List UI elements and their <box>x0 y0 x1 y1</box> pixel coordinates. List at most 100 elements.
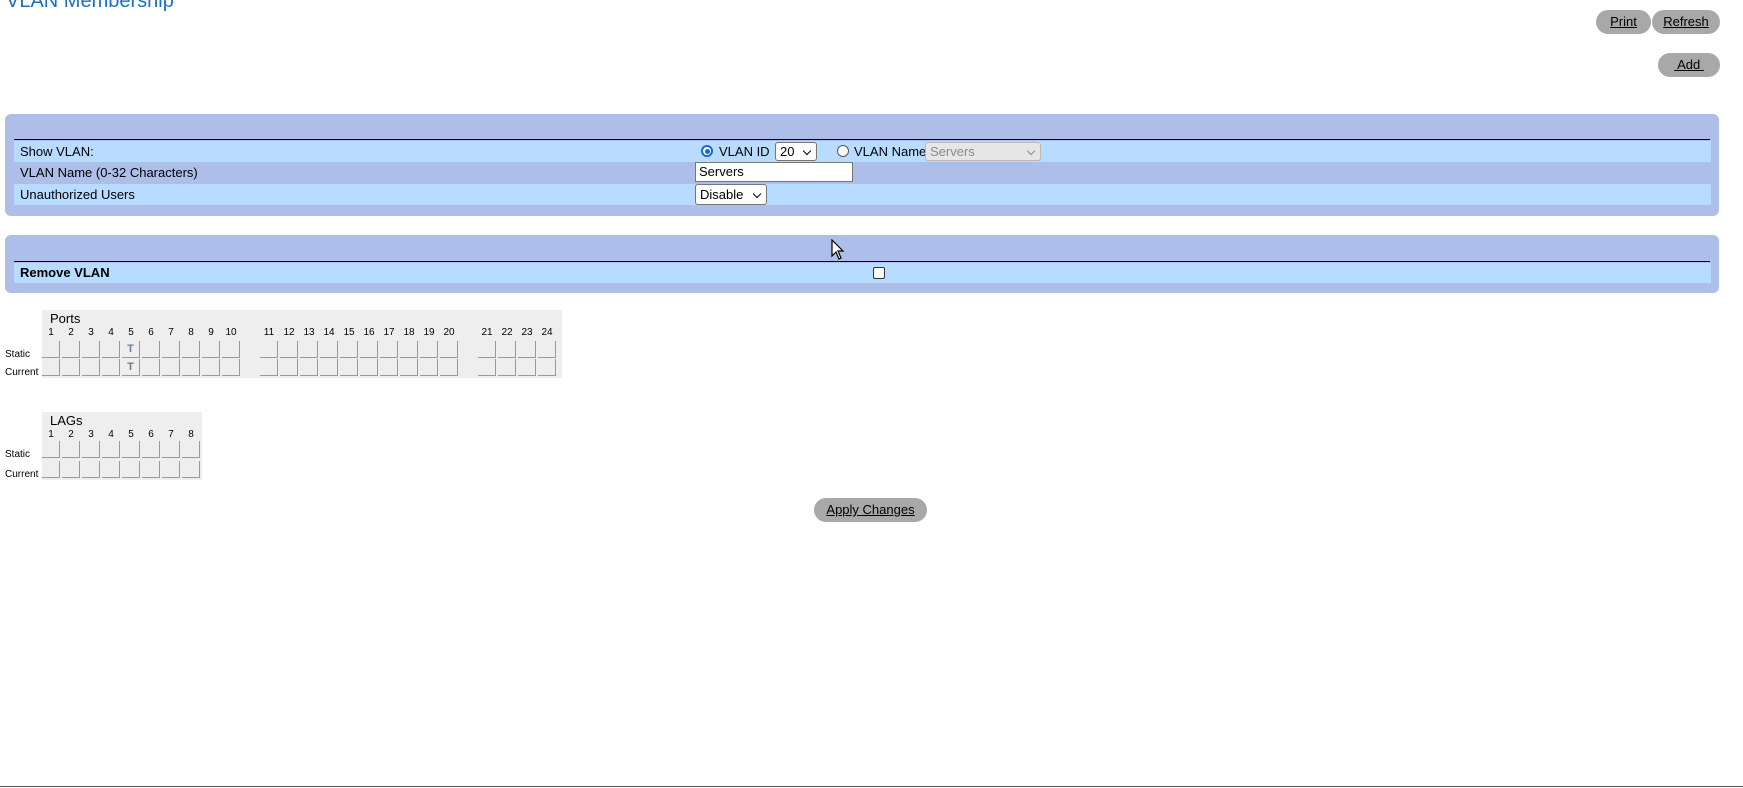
remove-vlan-row: Remove VLAN <box>14 263 1711 283</box>
chevron-down-icon <box>752 189 762 199</box>
port-static-cell[interactable] <box>420 341 438 358</box>
panel-divider <box>14 261 1710 262</box>
port-number: 11 <box>263 327 275 338</box>
show-vlan-row: Show VLAN: VLAN ID 20 VLAN Name Servers <box>14 141 1711 162</box>
port-static-cell[interactable] <box>182 341 200 358</box>
panel-divider <box>14 139 1710 140</box>
port-number: 8 <box>188 327 194 338</box>
port-static-cell[interactable] <box>478 341 496 358</box>
port-number: 20 <box>443 327 455 338</box>
port-current-cell <box>42 359 60 376</box>
port-current-cell <box>360 359 378 376</box>
chevron-down-icon <box>1026 146 1036 156</box>
port-static-cell[interactable] <box>340 341 358 358</box>
port-static-cell[interactable] <box>62 341 80 358</box>
port-number: 24 <box>541 327 553 338</box>
port-number: 5 <box>128 327 134 338</box>
lag-number: 5 <box>128 429 134 440</box>
port-number: 21 <box>481 327 493 338</box>
port-static-cell[interactable] <box>440 341 458 358</box>
vlan-id-select[interactable]: 20 <box>775 142 817 161</box>
port-static-cell[interactable] <box>280 341 298 358</box>
ports-current-label: Current <box>5 367 39 378</box>
lag-current-cell <box>102 461 120 478</box>
remove-vlan-checkbox[interactable] <box>873 267 885 279</box>
lag-static-cell[interactable] <box>142 441 160 458</box>
port-static-cell[interactable] <box>400 341 418 358</box>
port-number: 22 <box>501 327 513 338</box>
unauthorized-users-select[interactable]: Disable <box>695 184 767 205</box>
port-number: 12 <box>283 327 295 338</box>
port-number: 4 <box>108 327 114 338</box>
port-number: 23 <box>521 327 533 338</box>
lag-number: 6 <box>148 429 154 440</box>
vlan-name-row: VLAN Name (0-32 Characters) Servers <box>14 162 1711 183</box>
port-static-cell[interactable] <box>222 341 240 358</box>
port-current-cell <box>62 359 80 376</box>
port-number: 9 <box>208 327 214 338</box>
port-static-cell[interactable]: T <box>122 341 140 358</box>
port-static-cell[interactable] <box>82 341 100 358</box>
lag-current-cell <box>122 461 140 478</box>
unauthorized-users-label: Unauthorized Users <box>20 187 135 202</box>
port-static-cell[interactable] <box>162 341 180 358</box>
lag-number: 3 <box>88 429 94 440</box>
port-number: 3 <box>88 327 94 338</box>
vlan-id-radio[interactable] <box>701 145 713 157</box>
bottom-border <box>0 786 1743 787</box>
print-button[interactable]: Print <box>1596 10 1651 34</box>
port-number: 19 <box>423 327 435 338</box>
port-static-cell[interactable] <box>42 341 60 358</box>
port-current-cell <box>280 359 298 376</box>
port-static-cell[interactable] <box>538 341 556 358</box>
lag-static-cell[interactable] <box>82 441 100 458</box>
vlan-name-label: VLAN Name <box>854 144 927 159</box>
show-vlan-label: Show VLAN: <box>20 144 94 159</box>
lags-static-label: Static <box>5 449 31 460</box>
port-current-cell: T <box>122 359 140 376</box>
port-static-cell[interactable] <box>380 341 398 358</box>
port-number: 18 <box>403 327 415 338</box>
port-static-cell[interactable] <box>518 341 536 358</box>
lag-static-cell[interactable] <box>42 441 60 458</box>
port-static-cell[interactable] <box>142 341 160 358</box>
lag-static-cell[interactable] <box>102 441 120 458</box>
vlan-name-input[interactable]: Servers <box>695 162 853 182</box>
apply-changes-button[interactable]: Apply Changes <box>814 498 927 522</box>
lag-current-cell <box>62 461 80 478</box>
port-static-cell[interactable] <box>300 341 318 358</box>
lag-static-cell[interactable] <box>182 441 200 458</box>
mouse-pointer-icon <box>831 239 845 260</box>
port-static-cell[interactable] <box>360 341 378 358</box>
port-current-cell <box>400 359 418 376</box>
port-static-cell[interactable] <box>260 341 278 358</box>
port-number: 15 <box>343 327 355 338</box>
refresh-button[interactable]: Refresh <box>1652 10 1720 34</box>
port-current-cell <box>300 359 318 376</box>
port-current-cell <box>142 359 160 376</box>
vlan-settings-panel: Show VLAN: VLAN ID 20 VLAN Name Servers … <box>5 114 1719 216</box>
port-static-cell[interactable] <box>102 341 120 358</box>
vlan-name-select[interactable]: Servers <box>925 142 1041 161</box>
lags-title: LAGs <box>50 413 83 428</box>
lag-number: 4 <box>108 429 114 440</box>
port-current-cell <box>538 359 556 376</box>
vlan-name-radio[interactable] <box>837 145 849 157</box>
port-static-cell[interactable] <box>498 341 516 358</box>
add-button[interactable]: Add <box>1658 53 1720 77</box>
lag-static-cell[interactable] <box>122 441 140 458</box>
unauthorized-users-select-value: Disable <box>700 187 744 202</box>
port-static-cell[interactable] <box>202 341 220 358</box>
port-current-cell <box>440 359 458 376</box>
lag-static-cell[interactable] <box>162 441 180 458</box>
port-number: 7 <box>168 327 174 338</box>
port-number: 16 <box>363 327 375 338</box>
lag-current-cell <box>42 461 60 478</box>
lag-number: 7 <box>168 429 174 440</box>
port-current-cell <box>340 359 358 376</box>
lag-static-cell[interactable] <box>62 441 80 458</box>
chevron-down-icon <box>802 146 812 156</box>
port-static-cell[interactable] <box>320 341 338 358</box>
port-number: 2 <box>68 327 74 338</box>
port-current-cell <box>102 359 120 376</box>
